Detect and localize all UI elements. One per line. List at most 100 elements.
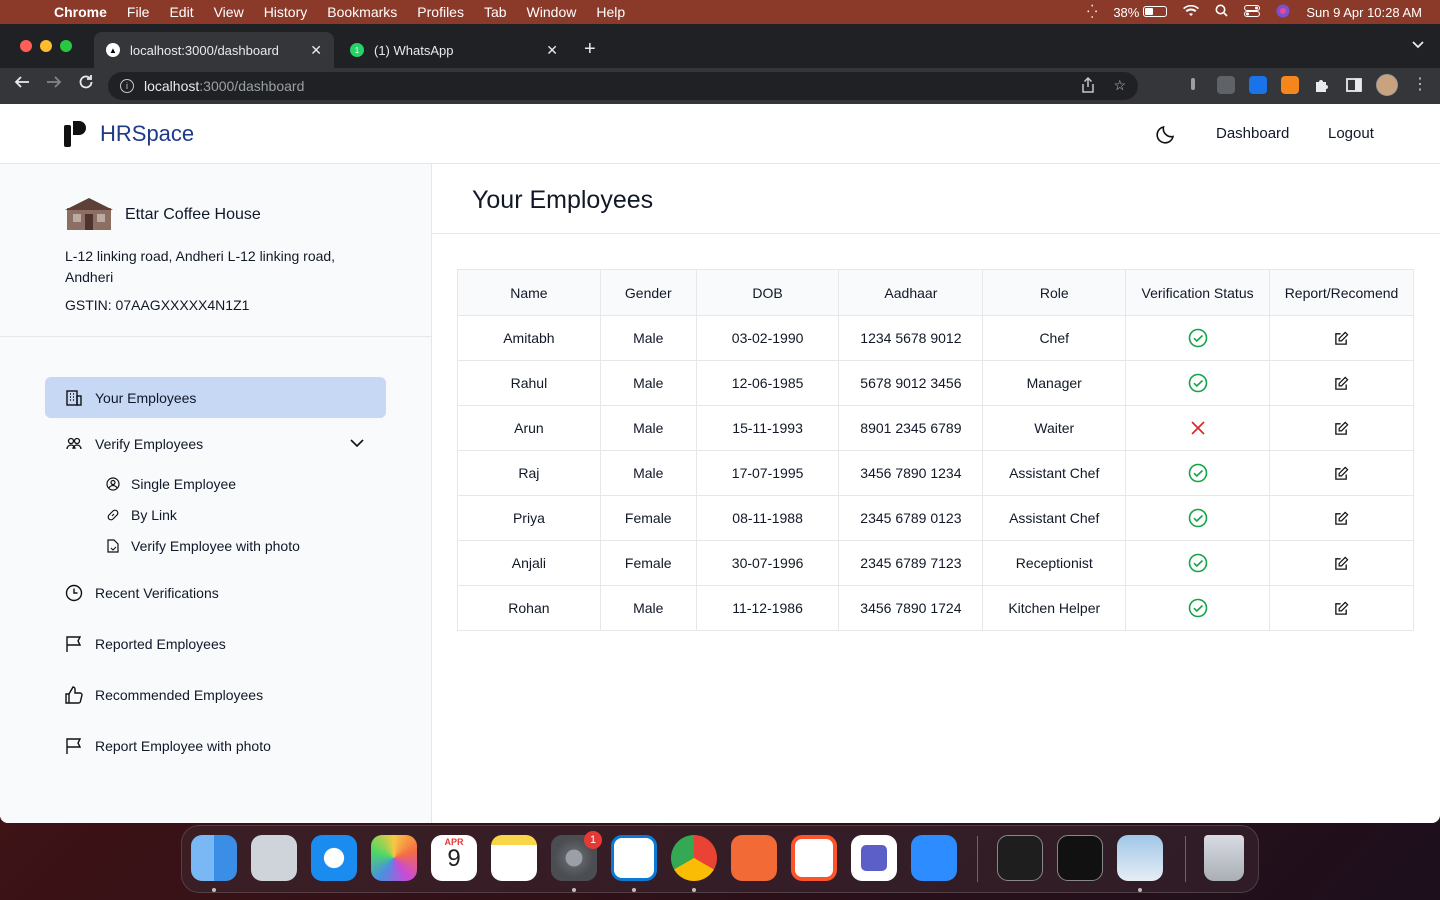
spotlight-search-icon[interactable] [1215, 4, 1228, 20]
chrome-menu-icon[interactable]: ⋮ [1412, 74, 1428, 94]
finder-icon[interactable] [191, 835, 237, 881]
nav-dashboard-link[interactable]: Dashboard [1216, 125, 1289, 142]
side-panel-icon[interactable] [1345, 76, 1363, 94]
cell-name: Arun [457, 405, 601, 451]
teams-icon[interactable] [851, 835, 897, 881]
cell-dob: 12-06-1985 [695, 360, 840, 406]
whatsapp-favicon-icon: 1 [350, 43, 364, 57]
edit-icon[interactable] [1334, 465, 1349, 481]
chevron-down-icon[interactable] [350, 436, 364, 450]
menu-app[interactable]: Chrome [54, 4, 107, 20]
battery-status[interactable]: 38% [1113, 5, 1168, 20]
trash-icon[interactable] [1204, 835, 1244, 881]
extension-dropper-icon[interactable] [1186, 76, 1204, 94]
terminal-icon[interactable] [997, 835, 1043, 881]
sidebar-item-report-with-photo[interactable]: Report Employee with photo [45, 725, 386, 766]
sidebar-item-verify-employees[interactable]: Verify Employees [45, 423, 386, 464]
cell-gender: Male [599, 360, 697, 406]
cell-report-recommend [1269, 585, 1414, 631]
menu-bookmarks[interactable]: Bookmarks [327, 4, 397, 20]
zoom-icon[interactable] [911, 835, 957, 881]
notes-icon[interactable] [491, 835, 537, 881]
reload-icon[interactable] [78, 74, 94, 95]
extension-download-icon[interactable] [1249, 76, 1267, 94]
menu-edit[interactable]: Edit [169, 4, 193, 20]
photos-icon[interactable] [371, 835, 417, 881]
clock-datetime[interactable]: Sun 9 Apr 10:28 AM [1306, 5, 1422, 20]
site-info-icon[interactable]: i [120, 79, 134, 93]
cell-aadhaar: 5678 9012 3456 [838, 360, 984, 406]
edit-icon[interactable] [1334, 555, 1349, 571]
dock-separator [977, 836, 978, 882]
business-gstin: GSTIN: 07AAGXXXXX4N1Z1 [65, 297, 250, 313]
sidebar-item-recommended-employees[interactable]: Recommended Employees [45, 674, 386, 715]
check-circle-icon [1188, 328, 1208, 348]
cell-verification-status [1125, 405, 1270, 451]
extensions-puzzle-icon[interactable] [1313, 76, 1331, 94]
extension-metamask-icon[interactable] [1281, 76, 1299, 94]
sidebar-item-your-employees[interactable]: Your Employees [45, 377, 386, 418]
edit-icon[interactable] [1334, 600, 1349, 616]
check-circle-icon [1188, 463, 1208, 483]
dark-mode-moon-icon[interactable] [1155, 123, 1177, 145]
chrome-icon[interactable] [671, 835, 717, 881]
postman-icon[interactable] [731, 835, 777, 881]
tab-whatsapp[interactable]: 1 (1) WhatsApp ✕ [338, 32, 570, 68]
extension-camera-icon[interactable] [1217, 76, 1235, 94]
edit-icon[interactable] [1334, 375, 1349, 391]
sidebar-subitem-by-link[interactable]: By Link [105, 504, 177, 526]
close-window-button[interactable] [20, 40, 32, 52]
sidebar-subitem-single-employee[interactable]: Single Employee [105, 473, 236, 495]
new-tab-icon[interactable]: + [584, 38, 596, 61]
sidebar-subitem-verify-with-photo[interactable]: Verify Employee with photo [105, 535, 300, 557]
hrspace-logo-icon[interactable] [64, 121, 86, 147]
sidebar-item-label: Your Employees [95, 389, 197, 406]
back-arrow-icon[interactable] [14, 74, 30, 95]
menu-help[interactable]: Help [596, 4, 625, 20]
control-center-icon[interactable] [1244, 4, 1261, 20]
close-tab-icon[interactable]: ✕ [546, 42, 558, 59]
forward-arrow-icon[interactable] [46, 74, 62, 95]
building-icon [65, 389, 83, 407]
cell-dob: 30-07-1996 [695, 540, 840, 586]
cell-aadhaar: 3456 7890 1234 [838, 450, 984, 496]
edit-icon[interactable] [1334, 420, 1349, 436]
table-row: Amitabh Male 03-02-1990 1234 5678 9012 Chef [457, 315, 1414, 361]
tab-dashboard[interactable]: ▲ localhost:3000/dashboard ✕ [94, 32, 334, 68]
safari-icon[interactable] [311, 835, 357, 881]
nav-logout-link[interactable]: Logout [1328, 125, 1374, 142]
profile-avatar[interactable] [1376, 74, 1398, 96]
activity-monitor-icon[interactable] [1057, 835, 1103, 881]
preview-icon[interactable] [1117, 835, 1163, 881]
menu-history[interactable]: History [264, 4, 308, 20]
teams-logo-icon [861, 845, 887, 871]
wifi-icon[interactable] [1183, 4, 1200, 20]
edit-icon[interactable] [1334, 510, 1349, 526]
launchpad-icon[interactable] [251, 835, 297, 881]
macos-menubar: Chrome File Edit View History Bookmarks … [0, 0, 1440, 24]
close-tab-icon[interactable]: ✕ [310, 42, 322, 59]
brand-name[interactable]: HRSpace [100, 121, 194, 147]
vscode-icon[interactable] [611, 835, 657, 881]
address-bar[interactable]: i localhost:3000/dashboard ☆ [108, 72, 1138, 100]
dots-status-icon[interactable]: ⁛ [1087, 4, 1097, 20]
table-row: Anjali Female 30-07-1996 2345 6789 7123 Rece… [457, 540, 1414, 586]
brave-icon[interactable] [791, 835, 837, 881]
sidebar-item-recent-verifications[interactable]: Recent Verifications [45, 572, 386, 613]
menu-profiles[interactable]: Profiles [417, 4, 464, 20]
minimize-window-button[interactable] [40, 40, 52, 52]
maximize-window-button[interactable] [60, 40, 72, 52]
edit-icon[interactable] [1334, 330, 1349, 346]
siri-icon[interactable] [1276, 4, 1290, 21]
bookmark-star-icon[interactable]: ☆ [1113, 77, 1126, 96]
menu-tab[interactable]: Tab [484, 4, 507, 20]
menu-window[interactable]: Window [527, 4, 577, 20]
sidebar-item-reported-employees[interactable]: Reported Employees [45, 623, 386, 664]
cell-gender: Female [599, 495, 697, 541]
calendar-icon[interactable]: APR 9 [431, 835, 477, 881]
share-icon[interactable] [1081, 76, 1095, 96]
cell-aadhaar: 2345 6789 0123 [838, 495, 984, 541]
tab-search-chevron-icon[interactable] [1412, 38, 1424, 52]
menu-file[interactable]: File [127, 4, 150, 20]
menu-view[interactable]: View [214, 4, 244, 20]
